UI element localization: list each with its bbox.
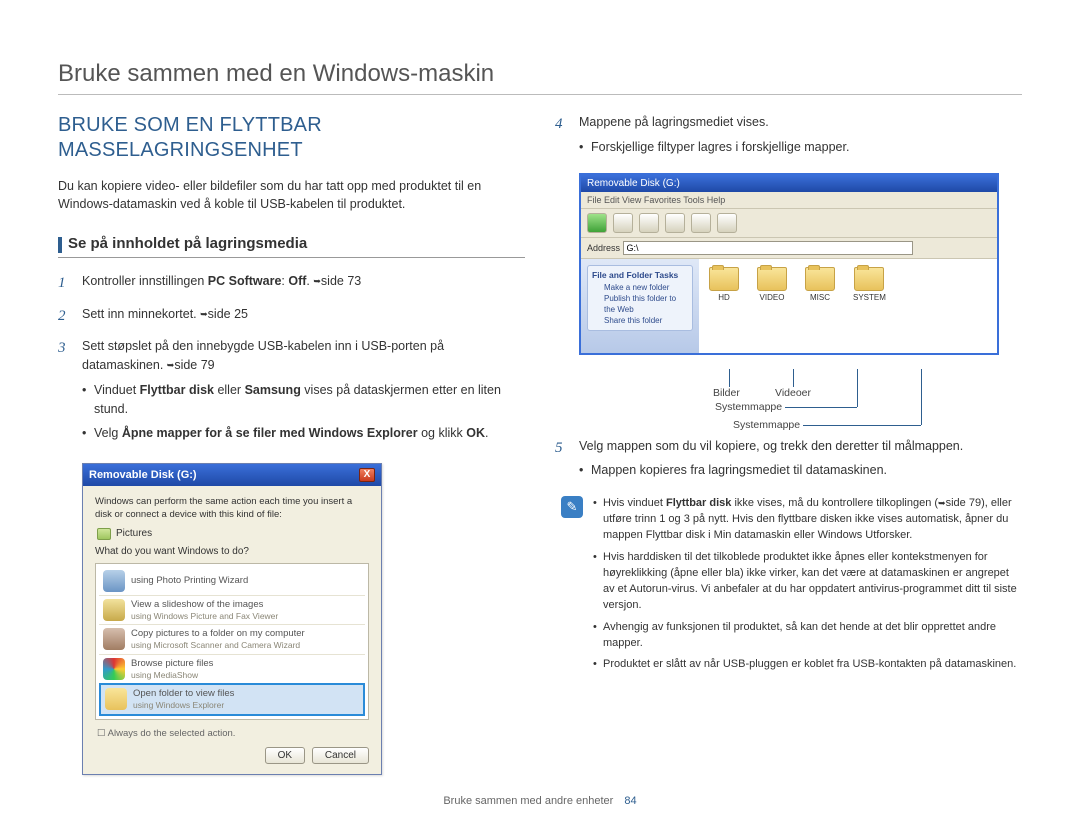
camera-icon bbox=[103, 628, 125, 650]
right-column: 4 Mappene på lagringsmediet vises. Forsk… bbox=[555, 113, 1022, 775]
dialog-description: Windows can perform the same action each… bbox=[95, 496, 369, 522]
page-title: Bruke sammen med en Windows-maskin bbox=[58, 60, 1022, 95]
step-number: 1 bbox=[58, 272, 72, 295]
dialog-title: Removable Disk (G:) bbox=[89, 469, 197, 481]
note-box: ✎ Hvis vinduet Flyttbar disk ikke vises,… bbox=[561, 496, 1022, 679]
sidebar-link[interactable]: Publish this folder to the Web bbox=[592, 293, 688, 315]
step-number: 2 bbox=[58, 305, 72, 328]
page-number: 84 bbox=[624, 795, 636, 807]
sub-heading: Se på innholdet på lagringsmedia bbox=[58, 235, 525, 258]
action-print[interactable]: using Photo Printing Wizard bbox=[99, 567, 365, 595]
step-number: 4 bbox=[555, 113, 569, 163]
note-icon: ✎ bbox=[561, 496, 583, 518]
dialog-question: What do you want Windows to do? bbox=[95, 546, 369, 557]
goto-icon: ➥ bbox=[200, 308, 208, 322]
step-1: 1 Kontroller innstillingen PC Software: … bbox=[58, 272, 525, 295]
step-3: 3 Sett støpslet på den innebygde USB-kab… bbox=[58, 337, 525, 449]
views-icon[interactable] bbox=[717, 213, 737, 233]
bold: Off bbox=[288, 274, 306, 288]
explorer-menu[interactable]: File Edit View Favorites Tools Help bbox=[581, 192, 997, 209]
folder-system[interactable]: SYSTEM bbox=[853, 267, 886, 345]
section-heading: BRUKE SOM EN FLYTTBAR MASSELAGRINGSENHET bbox=[58, 113, 525, 163]
slideshow-icon bbox=[103, 599, 125, 621]
explorer-title: Removable Disk (G:) bbox=[581, 175, 997, 192]
explorer-main: HD VIDEO MISC SYSTEM bbox=[699, 259, 997, 353]
explorer-sidebar: File and Folder Tasks Make a new folder … bbox=[581, 259, 699, 353]
left-column: BRUKE SOM EN FLYTTBAR MASSELAGRINGSENHET… bbox=[58, 113, 525, 775]
goto-icon: ➥ bbox=[313, 275, 321, 289]
action-slideshow[interactable]: View a slideshow of the imagesusing Wind… bbox=[99, 595, 365, 625]
step-text: . bbox=[306, 274, 313, 288]
goto-icon: ➥ bbox=[938, 497, 946, 510]
step-number: 3 bbox=[58, 337, 72, 449]
callout-systemmappe-1: Systemmappe bbox=[715, 401, 782, 413]
sidebar-header: File and Folder Tasks bbox=[592, 270, 688, 280]
folder-icon bbox=[709, 267, 739, 291]
page-ref: side 25 bbox=[208, 307, 248, 321]
bold: PC Software bbox=[208, 274, 282, 288]
search-icon[interactable] bbox=[665, 213, 685, 233]
folders-icon[interactable] bbox=[691, 213, 711, 233]
folder-icon bbox=[757, 267, 787, 291]
callout-videoer: Videoer bbox=[775, 387, 811, 399]
action-open-folder[interactable]: Open folder to view filesusing Windows E… bbox=[99, 683, 365, 716]
intro-text: Du kan kopiere video- eller bildefiler s… bbox=[58, 177, 525, 213]
up-icon[interactable] bbox=[639, 213, 659, 233]
step-text: Velg mappen som du vil kopiere, og trekk… bbox=[579, 439, 963, 453]
folder-hd[interactable]: HD bbox=[709, 267, 739, 345]
callout-systemmappe-2: Systemmappe bbox=[733, 419, 800, 431]
page-ref: side 73 bbox=[321, 274, 361, 288]
sidebar-link[interactable]: Share this folder bbox=[592, 315, 688, 326]
ok-button[interactable]: OK bbox=[265, 747, 305, 764]
footer-text: Bruke sammen med andre enheter bbox=[443, 795, 613, 807]
explorer-toolbar[interactable] bbox=[581, 209, 997, 238]
pictures-icon bbox=[97, 528, 111, 540]
mediashow-icon bbox=[103, 658, 125, 680]
page-footer: Bruke sammen med andre enheter 84 bbox=[0, 795, 1080, 807]
note-item: Produktet er slått av når USB-pluggen er… bbox=[593, 657, 1022, 673]
forward-icon[interactable] bbox=[613, 213, 633, 233]
folder-icon bbox=[805, 267, 835, 291]
action-copy[interactable]: Copy pictures to a folder on my computer… bbox=[99, 624, 365, 654]
note-item: Hvis harddisken til det tilkoblede produ… bbox=[593, 550, 1022, 614]
step-text: Mappene på lagringsmediet vises. bbox=[579, 115, 769, 129]
note-item: Avhengig av funksjonen til produktet, så… bbox=[593, 620, 1022, 652]
action-browse[interactable]: Browse picture filesusing MediaShow bbox=[99, 654, 365, 684]
sidebar-link[interactable]: Make a new folder bbox=[592, 282, 688, 293]
sub-bullet: Vinduet Flyttbar disk eller Samsung vise… bbox=[82, 381, 525, 419]
always-checkbox[interactable]: ☐ Always do the selected action. bbox=[97, 728, 369, 739]
folder-icon bbox=[854, 267, 884, 291]
sub-bullet: Forskjellige filtyper lagres i forskjell… bbox=[579, 138, 849, 157]
address-label: Address bbox=[587, 243, 620, 253]
explorer-window: Removable Disk (G:) File Edit View Favor… bbox=[579, 173, 999, 355]
folder-video[interactable]: VIDEO bbox=[757, 267, 787, 345]
printer-icon bbox=[103, 570, 125, 592]
back-icon[interactable] bbox=[587, 213, 607, 233]
note-item: Hvis vinduet Flyttbar disk ikke vises, m… bbox=[593, 496, 1022, 544]
close-icon[interactable]: X bbox=[359, 468, 375, 482]
removable-disk-dialog: Removable Disk (G:) X Windows can perfor… bbox=[82, 463, 382, 775]
sub-bullet: Velg Åpne mapper for å se filer med Wind… bbox=[82, 424, 525, 443]
folder-icon bbox=[105, 688, 127, 710]
step-text: Kontroller innstillingen bbox=[82, 274, 208, 288]
pictures-label: Pictures bbox=[116, 528, 152, 539]
step-4: 4 Mappene på lagringsmediet vises. Forsk… bbox=[555, 113, 1022, 163]
step-text: Sett støpslet på den innebygde USB-kabel… bbox=[82, 339, 444, 372]
step-5: 5 Velg mappen som du vil kopiere, og tre… bbox=[555, 437, 1022, 487]
step-number: 5 bbox=[555, 437, 569, 487]
address-input[interactable] bbox=[623, 241, 913, 255]
step-2: 2 Sett inn minnekortet. ➥side 25 bbox=[58, 305, 525, 328]
callout-bilder: Bilder bbox=[713, 387, 740, 399]
step-text: Sett inn minnekortet. bbox=[82, 307, 200, 321]
callout-lines: Bilder Videoer Systemmappe Systemmappe bbox=[579, 369, 999, 437]
page-ref: side 79 bbox=[174, 358, 214, 372]
sub-bullet: Mappen kopieres fra lagringsmediet til d… bbox=[579, 461, 963, 480]
cancel-button[interactable]: Cancel bbox=[312, 747, 369, 764]
action-list[interactable]: using Photo Printing Wizard View a slide… bbox=[95, 563, 369, 720]
folder-misc[interactable]: MISC bbox=[805, 267, 835, 345]
